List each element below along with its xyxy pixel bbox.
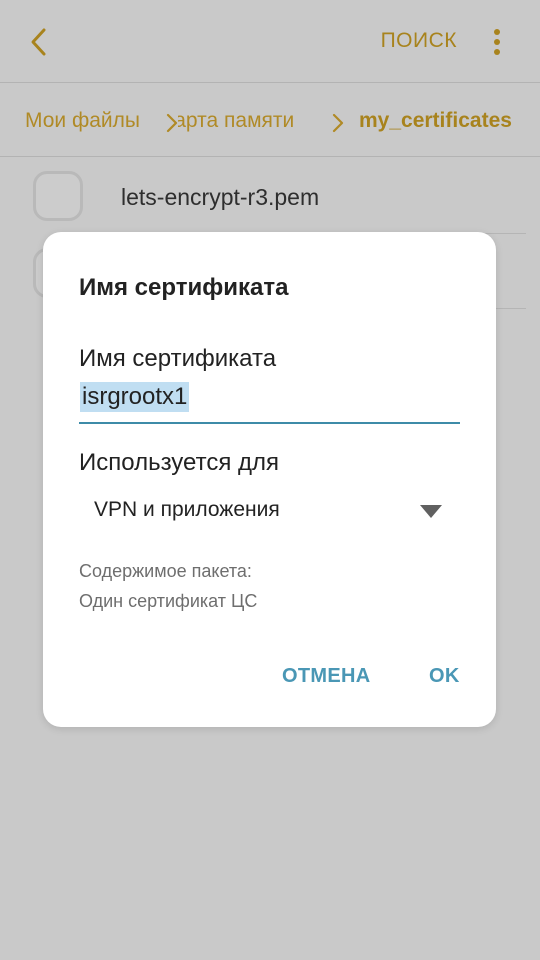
certificate-name-input[interactable]: isrgrootx1 xyxy=(79,378,460,424)
certificate-name-value: isrgrootx1 xyxy=(80,382,190,412)
dialog-title: Имя сертификата xyxy=(79,274,289,301)
chevron-right-icon xyxy=(166,113,178,133)
ok-button[interactable]: OK xyxy=(429,665,460,688)
search-button[interactable]: ПОИСК xyxy=(381,29,457,53)
back-button[interactable] xyxy=(22,22,58,62)
package-contents-value: Один сертификат ЦС xyxy=(79,591,258,611)
dropdown-arrow-icon xyxy=(420,505,442,518)
file-name: lets-encrypt-r3.pem xyxy=(121,184,320,210)
used-for-selected-value: VPN и приложения xyxy=(94,498,280,521)
certificate-name-dialog: Имя сертификата Имя сертификата isrgroot… xyxy=(43,232,496,727)
used-for-label: Используется для xyxy=(79,449,279,476)
package-contents-label: Содержимое пакета: xyxy=(79,561,252,581)
more-vertical-icon-dot xyxy=(494,39,500,45)
breadcrumb-item-memory-card[interactable]: Карта памяти xyxy=(178,109,294,133)
cancel-button[interactable]: ОТМЕНА xyxy=(282,665,370,688)
chevron-right-icon xyxy=(332,113,344,133)
breadcrumb-item-my-files[interactable]: Мои файлы xyxy=(25,109,140,133)
more-vertical-icon-dot xyxy=(494,49,500,55)
used-for-dropdown[interactable]: VPN и приложения xyxy=(79,484,460,534)
certificate-name-label: Имя сертификата xyxy=(79,345,277,372)
list-item[interactable]: lets-encrypt-r3.pem xyxy=(0,157,540,234)
breadcrumb: Мои файлы Карта памяти my_certificates xyxy=(0,83,540,156)
breadcrumb-item-current[interactable]: my_certificates xyxy=(359,109,512,133)
checkbox[interactable] xyxy=(33,171,83,221)
chevron-left-icon xyxy=(31,28,46,56)
breadcrumb-item-memory-card-clip: Карта памяти xyxy=(178,107,318,137)
more-vertical-icon xyxy=(494,29,500,35)
more-options-button[interactable] xyxy=(486,26,508,58)
app-bar: ПОИСК xyxy=(0,0,540,82)
